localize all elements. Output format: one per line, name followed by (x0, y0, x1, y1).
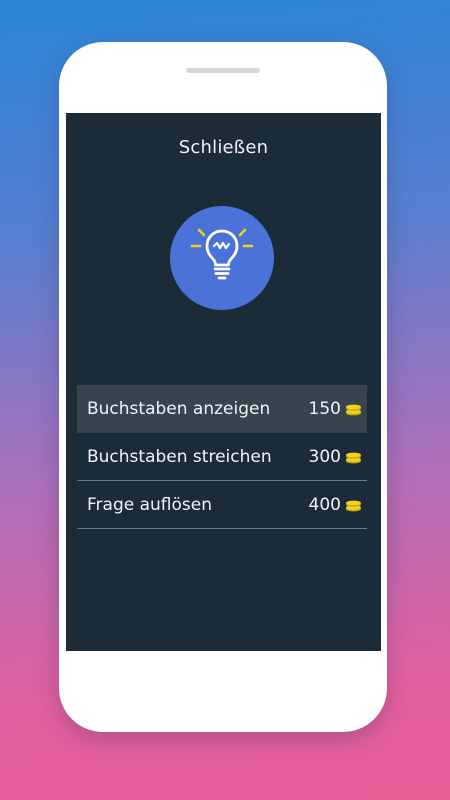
coins-icon (346, 500, 361, 511)
close-button[interactable]: Schließen (66, 137, 381, 158)
hint-option-solve-question[interactable]: Frage auflösen 400 (77, 481, 367, 529)
phone-frame: Schließen Buchstaben anzeigen 150 Buchst… (59, 42, 387, 732)
coins-icon (346, 452, 361, 463)
cost-value: 150 (308, 399, 341, 419)
lightbulb-icon (190, 228, 254, 280)
hint-option-label: Buchstaben anzeigen (87, 399, 271, 419)
hint-option-cost: 400 (309, 495, 362, 515)
hint-option-label: Frage auflösen (87, 495, 212, 515)
hint-option-cost: 300 (309, 447, 362, 467)
hint-option-remove-letters[interactable]: Buchstaben streichen 300 (77, 433, 367, 481)
hint-option-cost: 150 (309, 399, 362, 419)
coins-icon (346, 404, 361, 415)
phone-speaker (186, 68, 260, 73)
cost-value: 400 (308, 495, 341, 515)
hint-badge (170, 206, 274, 310)
cost-value: 300 (308, 447, 341, 467)
hint-dialog: Schließen Buchstaben anzeigen 150 Buchst… (66, 113, 381, 651)
hint-option-reveal-letters[interactable]: Buchstaben anzeigen 150 (77, 385, 367, 433)
hint-option-label: Buchstaben streichen (87, 447, 272, 467)
hint-options-list: Buchstaben anzeigen 150 Buchstaben strei… (77, 385, 367, 529)
